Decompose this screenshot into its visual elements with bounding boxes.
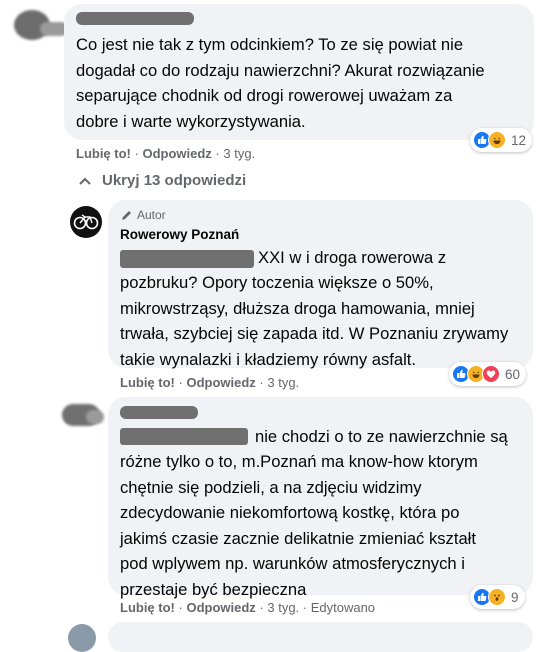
reply-text: pozbruku? Opory toczenia większe o 50%, …	[120, 273, 509, 369]
wow-icon	[488, 588, 506, 606]
pencil-icon	[122, 210, 131, 220]
like-link[interactable]: Lubię to!	[120, 600, 175, 615]
reply-link[interactable]: Odpowiedz	[186, 375, 255, 390]
edited-label[interactable]: Edytowano	[311, 600, 375, 615]
reply-first-line: XXI w i droga rowerowa z	[258, 248, 447, 267]
next-avatar[interactable]	[68, 624, 96, 652]
reaction-count: 60	[505, 366, 521, 382]
like-link[interactable]: Lubię to!	[120, 375, 175, 390]
reaction-summary[interactable]: 12	[470, 128, 533, 152]
reply-actions: Lubię to! · Odpowiedz · 3 tyg. · Edytowa…	[120, 600, 376, 615]
comment-actions: Lubię to! · Odpowiedz · 3 tyg.	[76, 146, 256, 161]
timestamp[interactable]: 3 tyg.	[267, 375, 299, 390]
reply-first-line: nie chodzi o to ze nawierzchnie są	[255, 427, 508, 446]
reaction-summary[interactable]: 9	[470, 585, 525, 609]
reaction-summary[interactable]: 60	[449, 362, 527, 386]
timestamp[interactable]: 3 tyg.	[267, 600, 299, 615]
page-avatar[interactable]	[70, 206, 102, 238]
chevron-up-icon	[79, 177, 91, 185]
redacted-mention	[120, 250, 254, 268]
love-icon	[482, 365, 500, 383]
comment-text: Co jest nie tak z tym odcinkiem? To ze s…	[76, 35, 485, 131]
reply-link[interactable]: Odpowiedz	[142, 146, 211, 161]
like-link[interactable]: Lubię to!	[76, 146, 131, 161]
reply-actions: Lubię to! · Odpowiedz · 3 tyg.	[120, 375, 300, 390]
redacted-author-name	[76, 12, 194, 25]
timestamp[interactable]: 3 tyg.	[223, 146, 255, 161]
avatar-blur	[86, 410, 104, 424]
author-badge: Autor	[120, 208, 166, 222]
author-name[interactable]: Rowerowy Poznań	[120, 227, 239, 242]
hide-replies-label: Ukryj 13 odpowiedzi	[102, 172, 247, 189]
redacted-author-name	[120, 406, 198, 419]
reaction-count: 12	[511, 132, 527, 148]
hide-replies-toggle[interactable]: Ukryj 13 odpowiedzi	[78, 172, 246, 189]
reaction-count: 9	[511, 589, 519, 605]
redacted-mention	[120, 428, 248, 445]
haha-icon	[488, 131, 506, 149]
reply-text: różne tylko o to, m.Poznań ma know-how k…	[120, 452, 478, 599]
next-bubble	[108, 622, 533, 652]
reply-link[interactable]: Odpowiedz	[186, 600, 255, 615]
